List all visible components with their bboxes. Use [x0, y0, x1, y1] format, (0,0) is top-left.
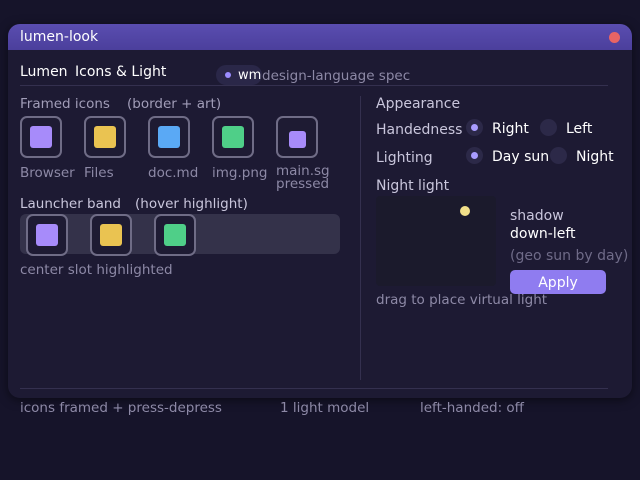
browser-icon [36, 224, 58, 246]
status-right: left-handed: off [420, 400, 524, 416]
night-light-heading: Night light [376, 178, 450, 194]
launcher-slot-1[interactable] [26, 214, 68, 256]
launcher-caption: center slot highlighted [20, 262, 173, 278]
icon-label-img: img.png [212, 165, 268, 181]
folder-icon [100, 224, 122, 246]
framed-icons-heading: Framed icons [20, 96, 110, 112]
framed-icons-hint: (border + art) [127, 96, 222, 112]
night-light-caption: drag to place virtual light [376, 292, 548, 308]
files-icon-tile[interactable] [84, 116, 126, 158]
image-icon-tile[interactable] [212, 116, 254, 158]
image-icon [164, 224, 186, 246]
launcher-slot-2[interactable] [90, 214, 132, 256]
title-bar[interactable]: lumen-look [8, 24, 632, 50]
lighting-night-label[interactable]: Night [576, 149, 614, 165]
status-left: icons framed + press-depress [20, 400, 222, 416]
script-icon [289, 131, 306, 148]
icon-label-browser: Browser [20, 165, 75, 181]
header-divider [20, 85, 608, 86]
browser-icon [30, 126, 52, 148]
main-sg-icon-tile[interactable] [276, 116, 318, 158]
lighting-day-label[interactable]: Day sun [492, 149, 549, 165]
wm-tag: wm [216, 65, 262, 85]
image-icon [222, 126, 244, 148]
launcher-hint: (hover highlight) [135, 196, 248, 212]
light-placement-pad[interactable] [376, 196, 496, 286]
launcher-heading: Launcher band [20, 196, 121, 212]
icon-pressed-label: pressed [276, 176, 330, 192]
handedness-left-label[interactable]: Left [566, 121, 592, 137]
document-icon [158, 126, 180, 148]
folder-icon [94, 126, 116, 148]
appearance-heading: Appearance [376, 96, 461, 112]
handedness-label: Handedness [376, 122, 463, 138]
shadow-direction: down-left [510, 226, 576, 242]
apply-button[interactable]: Apply [510, 270, 606, 294]
tag-dot-icon [225, 72, 231, 78]
handedness-right-radio[interactable] [466, 119, 483, 136]
lighting-day-radio[interactable] [466, 147, 483, 164]
close-icon[interactable] [609, 32, 620, 43]
browser-icon-tile[interactable] [20, 116, 62, 158]
tag-caption: design-language spec [262, 68, 411, 84]
column-divider [360, 96, 361, 380]
geo-sun-note: (geo sun by day) [510, 248, 629, 264]
lighting-night-radio[interactable] [550, 147, 567, 164]
lighting-label: Lighting [376, 150, 433, 166]
sun-handle-icon[interactable] [460, 206, 470, 216]
shadow-label: shadow [510, 208, 564, 224]
icon-label-doc: doc.md [148, 165, 199, 181]
status-divider [20, 388, 608, 389]
launcher-slot-3[interactable] [154, 214, 196, 256]
icon-label-files: Files [84, 165, 114, 181]
header-subtitle: Icons & Light [75, 64, 167, 80]
handedness-left-radio[interactable] [540, 119, 557, 136]
doc-icon-tile[interactable] [148, 116, 190, 158]
handedness-right-label[interactable]: Right [492, 121, 529, 137]
status-middle: 1 light model [280, 400, 370, 416]
window-title: lumen-look [20, 29, 99, 45]
brand-label: Lumen [20, 64, 68, 80]
tag-label: wm [238, 68, 262, 83]
